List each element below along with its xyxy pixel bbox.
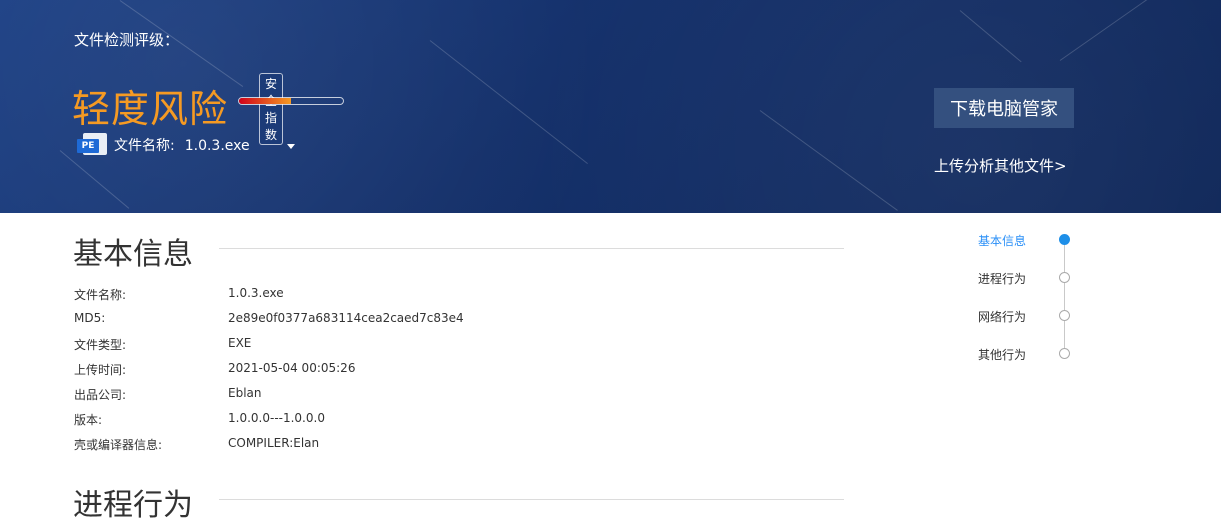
info-value: 1.0.3.exe bbox=[228, 286, 284, 300]
risk-level: 轻度风险 bbox=[72, 87, 229, 131]
info-label: 文件名称: bbox=[74, 288, 127, 302]
section-divider bbox=[219, 248, 844, 249]
side-nav-item[interactable]: 网络行为 bbox=[978, 308, 1026, 325]
decor-streak bbox=[1059, 0, 1208, 61]
gauge-fill bbox=[239, 98, 291, 104]
file-name-label: 文件名称: bbox=[114, 138, 175, 154]
info-value: EXE bbox=[228, 336, 252, 350]
pe-file-icon: PE bbox=[77, 133, 107, 155]
info-label: 壳或编译器信息: bbox=[74, 438, 163, 452]
info-value: 1.0.0.0---1.0.0.0 bbox=[228, 411, 325, 425]
info-value: COMPILER:Elan bbox=[228, 436, 320, 450]
side-nav-dot[interactable] bbox=[1059, 348, 1070, 359]
info-label: MD5: bbox=[74, 311, 106, 325]
side-nav-dot[interactable] bbox=[1059, 234, 1070, 245]
side-nav-item[interactable]: 进程行为 bbox=[978, 270, 1026, 287]
info-label: 出品公司: bbox=[74, 388, 127, 402]
side-nav-item[interactable]: 基本信息 bbox=[978, 232, 1026, 249]
decor-streak bbox=[959, 10, 1022, 63]
decor-streak bbox=[59, 150, 130, 209]
side-nav-dot[interactable] bbox=[1059, 310, 1070, 321]
process-behavior-title: 进程行为 bbox=[73, 488, 193, 523]
section-divider bbox=[219, 499, 844, 500]
basic-info-title: 基本信息 bbox=[73, 237, 193, 272]
gauge-bar bbox=[238, 97, 344, 105]
decor-streak bbox=[759, 110, 898, 211]
gauge-label: 安全指数 bbox=[259, 73, 296, 149]
file-name-row: 文件名称: 1.0.3.exe bbox=[114, 135, 250, 155]
side-nav-dot[interactable] bbox=[1059, 272, 1070, 283]
side-nav-track bbox=[1064, 239, 1065, 352]
decor-streak bbox=[429, 40, 588, 165]
report-header: 文件检测评级： 轻度风险 安全指数 PE 文件名称: 1.0.3.exe 下载电脑… bbox=[0, 0, 1221, 213]
upload-other-file-link[interactable]: 上传分析其他文件> bbox=[934, 155, 1067, 176]
pe-icon-text: PE bbox=[77, 139, 99, 153]
info-label: 上传时间: bbox=[74, 363, 127, 377]
download-pc-manager-button[interactable]: 下载电脑管家 bbox=[934, 88, 1074, 128]
side-nav-item[interactable]: 其他行为 bbox=[978, 346, 1026, 363]
info-value: 2021-05-04 00:05:26 bbox=[228, 361, 356, 375]
info-value: 2e89e0f0377a683114cea2caed7c83e4 bbox=[228, 311, 464, 325]
info-label: 文件类型: bbox=[74, 338, 127, 352]
info-label: 版本: bbox=[74, 413, 103, 427]
file-name-value: 1.0.3.exe bbox=[184, 138, 250, 154]
grade-label: 文件检测评级： bbox=[74, 31, 180, 49]
info-value: Eblan bbox=[228, 386, 262, 400]
